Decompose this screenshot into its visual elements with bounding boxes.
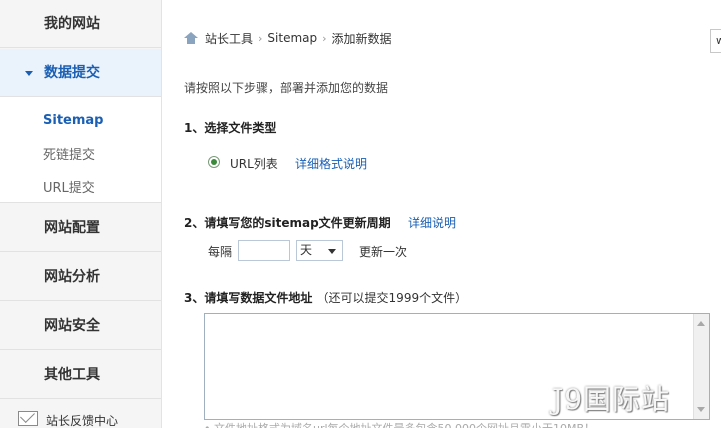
sidebar-subitem-url-submit[interactable]: URL提交: [43, 177, 95, 196]
breadcrumb-separator-icon: ›: [258, 31, 263, 45]
mail-icon: [18, 411, 38, 426]
sidebar-item-label: 数据提交: [44, 65, 100, 81]
watermark: J9国际站: [552, 383, 671, 416]
update-label: 更新一次: [359, 245, 408, 259]
sidebar-feedback[interactable]: 站长反馈中心: [0, 401, 161, 428]
breadcrumb-separator-icon: ›: [322, 31, 327, 45]
sidebar: 我的网站 数据提交 Sitemap 死链提交 URL提交 网站配置 网站分析 网…: [0, 0, 162, 428]
sidebar-item-site-analysis[interactable]: 网站分析: [0, 253, 161, 301]
site-select-input[interactable]: w: [710, 29, 721, 53]
sidebar-item-data-submit[interactable]: 数据提交: [0, 49, 161, 97]
step1-title: 1、选择文件类型: [184, 121, 277, 135]
url-list-label[interactable]: URL列表: [230, 155, 278, 172]
sidebar-item-label: 网站安全: [44, 318, 100, 334]
every-label: 每隔: [208, 245, 233, 259]
sidebar-item-label: 我的网站: [44, 16, 100, 32]
sidebar-item-label: 网站配置: [44, 220, 100, 236]
period-help-link[interactable]: 详细说明: [408, 214, 456, 231]
step3-hint: （还可以提交1999个文件）: [316, 291, 468, 305]
breadcrumb-item-webmaster-tools[interactable]: 站长工具: [205, 30, 253, 47]
chevron-down-icon: [328, 249, 336, 254]
breadcrumb: 站长工具 › Sitemap › 添加新数据: [184, 29, 392, 47]
bottom-note: • 文件地址格式为域名url每个地址文件最多包含50,000个网址且需小于10M…: [204, 420, 595, 428]
breadcrumb-item-sitemap[interactable]: Sitemap: [267, 31, 317, 45]
sidebar-submenu: Sitemap 死链提交 URL提交: [0, 97, 161, 203]
sidebar-subitem-sitemap[interactable]: Sitemap: [43, 113, 103, 128]
url-list-radio[interactable]: [208, 156, 220, 168]
sidebar-item-my-sites[interactable]: 我的网站: [0, 0, 161, 48]
sidebar-item-site-config[interactable]: 网站配置: [0, 204, 161, 252]
step3-title: 3、请填写数据文件地址 （还可以提交1999个文件）: [184, 289, 467, 306]
format-help-link[interactable]: 详细格式说明: [295, 155, 367, 172]
sidebar-item-other-tools[interactable]: 其他工具: [0, 351, 161, 399]
scroll-up-icon[interactable]: [697, 321, 705, 326]
textarea-scrollbar[interactable]: [693, 314, 709, 419]
feedback-label: 站长反馈中心: [46, 414, 119, 428]
step3-title-text: 3、请填写数据文件地址: [184, 291, 313, 305]
unit-select[interactable]: 天: [296, 240, 343, 261]
sidebar-item-label: 网站分析: [44, 269, 100, 285]
scroll-down-icon[interactable]: [697, 407, 705, 412]
step2-title: 2、请填写您的sitemap文件更新周期: [184, 216, 391, 230]
home-icon[interactable]: [184, 31, 198, 45]
sidebar-item-site-security[interactable]: 网站安全: [0, 302, 161, 350]
breadcrumb-item-current: 添加新数据: [331, 31, 392, 46]
sidebar-item-label: 其他工具: [44, 367, 100, 383]
caret-down-icon: [25, 71, 33, 76]
interval-input[interactable]: [238, 240, 290, 261]
unit-select-value: 天: [300, 243, 313, 257]
sidebar-subitem-dead-links[interactable]: 死链提交: [43, 144, 95, 163]
intro-text: 请按照以下步骤，部署并添加您的数据: [184, 81, 389, 95]
